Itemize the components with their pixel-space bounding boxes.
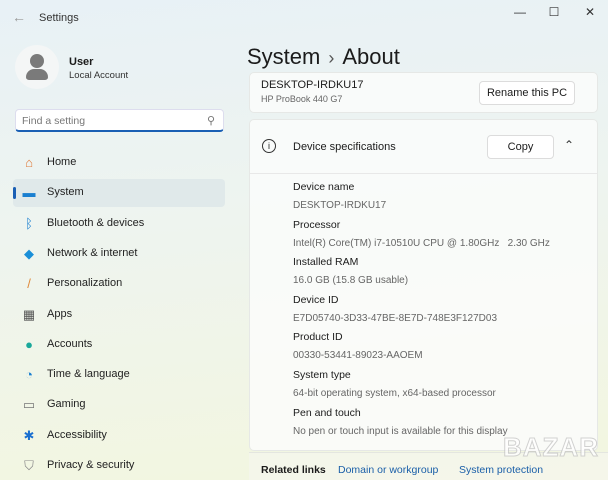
sidebar-item-bluetooth-devices[interactable]: ᛒ Bluetooth & devices	[13, 210, 225, 238]
sidebar-item-label: Accounts	[47, 338, 92, 350]
apps-icon: ▦	[21, 307, 37, 323]
search-placeholder: Find a setting	[22, 115, 85, 127]
breadcrumb-system[interactable]: System	[247, 44, 320, 69]
pc-name: DESKTOP-IRDKU17	[261, 79, 364, 91]
domain-workgroup-link[interactable]: Domain or workgroup	[338, 464, 438, 476]
sidebar-item-home[interactable]: ⌂ Home	[13, 149, 225, 177]
accessibility-icon: ✱	[21, 428, 37, 444]
sidebar-item-label: Personalization	[47, 277, 122, 289]
spec-label: Installed RAM	[293, 256, 358, 268]
spec-label: Pen and touch	[293, 407, 361, 419]
user-name: User	[69, 56, 93, 68]
search-icon: ⚲	[207, 114, 215, 127]
sidebar-item-system[interactable]: ▬ System	[13, 179, 225, 207]
search-input[interactable]: Find a setting ⚲	[15, 109, 224, 132]
spec-value: Intel(R) Core(TM) i7-10510U CPU @ 1.80GH…	[293, 238, 550, 249]
sidebar-item-label: Bluetooth & devices	[47, 217, 144, 229]
spec-value: 00330-53441-89023-AAOEM	[293, 350, 423, 361]
related-links-title: Related links	[261, 464, 326, 476]
shield-icon: ⛉	[21, 458, 37, 474]
sidebar-item-accounts[interactable]: ● Accounts	[13, 331, 225, 359]
window-title: Settings	[39, 12, 79, 24]
sidebar-item-label: Accessibility	[47, 429, 107, 441]
rename-pc-button[interactable]: Rename this PC	[479, 81, 575, 105]
sidebar-item-label: Privacy & security	[47, 459, 134, 471]
device-specs-title: Device specifications	[293, 141, 396, 153]
chevron-up-icon[interactable]: ⌃	[564, 138, 574, 152]
sidebar-item-network-internet[interactable]: ◆ Network & internet	[13, 240, 225, 268]
spec-label: System type	[293, 369, 351, 381]
spec-value: 64-bit operating system, x64-based proce…	[293, 388, 496, 399]
system-icon: ▬	[21, 185, 37, 201]
back-arrow-icon[interactable]: ←	[12, 9, 26, 25]
brush-icon: /	[21, 276, 37, 292]
spec-label: Device name	[293, 181, 354, 193]
sidebar-item-privacy-security[interactable]: ⛉ Privacy & security	[13, 452, 225, 480]
sidebar-item-label: Time & language	[47, 368, 130, 380]
breadcrumb-about: About	[342, 44, 400, 69]
pc-name-card: DESKTOP-IRDKU17 HP ProBook 440 G7 Rename…	[249, 72, 598, 113]
sidebar-item-label: Gaming	[47, 398, 86, 410]
sidebar-item-label: Apps	[47, 308, 72, 320]
home-icon: ⌂	[21, 155, 37, 171]
page-title: System › About	[247, 44, 400, 70]
sidebar-item-gaming[interactable]: ▭ Gaming	[13, 391, 225, 419]
system-protection-link[interactable]: System protection	[459, 464, 543, 476]
spec-label: Processor	[293, 219, 340, 231]
sidebar-item-time-language[interactable]: ◔ Time & language	[13, 361, 225, 389]
spec-value: E7D05740-3D33-47BE-8E7D-748E3F127D03	[293, 313, 497, 324]
avatar[interactable]	[15, 45, 59, 89]
spec-value: No pen or touch input is available for t…	[293, 426, 508, 437]
account-type: Local Account	[69, 70, 128, 81]
sidebar-item-label: Home	[47, 156, 76, 168]
close-button[interactable]: ✕	[579, 5, 601, 21]
maximize-button[interactable]: ☐	[543, 5, 565, 21]
watermark-logo: BAZAR	[503, 432, 599, 463]
accounts-icon: ●	[21, 337, 37, 353]
bluetooth-icon: ᛒ	[21, 216, 37, 232]
spec-label: Device ID	[293, 294, 339, 306]
sidebar-item-label: Network & internet	[47, 247, 137, 259]
breadcrumb-separator: ›	[328, 48, 334, 68]
spec-label: Product ID	[293, 331, 343, 343]
wifi-icon: ◆	[21, 246, 37, 262]
spec-value: DESKTOP-IRDKU17	[293, 200, 386, 211]
sidebar-item-label: System	[47, 186, 84, 198]
sidebar-item-accessibility[interactable]: ✱ Accessibility	[13, 422, 225, 450]
copy-button[interactable]: Copy	[487, 135, 554, 159]
spec-value: 16.0 GB (15.8 GB usable)	[293, 275, 408, 286]
gamepad-icon: ▭	[21, 397, 37, 413]
pc-model: HP ProBook 440 G7	[261, 94, 342, 104]
info-icon: i	[262, 139, 276, 153]
sidebar-item-apps[interactable]: ▦ Apps	[13, 301, 225, 329]
clock-globe-icon: ◔	[21, 367, 37, 383]
minimize-button[interactable]: —	[509, 5, 531, 21]
sidebar-item-personalization[interactable]: / Personalization	[13, 270, 225, 298]
selection-indicator	[13, 187, 16, 199]
